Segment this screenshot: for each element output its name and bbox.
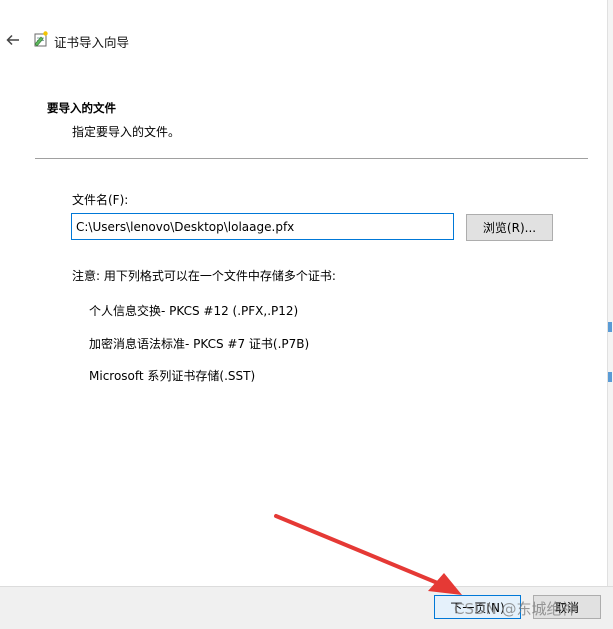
browse-button[interactable]: 浏览(R)...: [466, 214, 553, 241]
format-item-sst: Microsoft 系列证书存储(.SST): [89, 369, 256, 383]
format-note: 注意: 用下列格式可以在一个文件中存储多个证书:: [72, 269, 336, 283]
section-subtitle: 指定要导入的文件。: [72, 125, 181, 139]
format-item-pfx: 个人信息交换- PKCS #12 (.PFX,.P12): [89, 304, 299, 318]
section-title: 要导入的文件: [47, 101, 116, 115]
file-name-label: 文件名(F):: [72, 193, 129, 207]
file-name-input[interactable]: [71, 213, 454, 240]
watermark: CSDN @东城绝神: [454, 600, 577, 618]
certificate-wizard-icon: [32, 30, 50, 48]
edge-indicator: [608, 372, 612, 382]
window-right-edge: [607, 0, 613, 586]
format-item-p7b: 加密消息语法标准- PKCS #7 证书(.P7B): [89, 337, 310, 351]
back-arrow-icon[interactable]: [4, 31, 22, 49]
header-divider: [35, 158, 588, 159]
edge-indicator: [608, 322, 612, 332]
window-title: 证书导入向导: [54, 35, 130, 50]
